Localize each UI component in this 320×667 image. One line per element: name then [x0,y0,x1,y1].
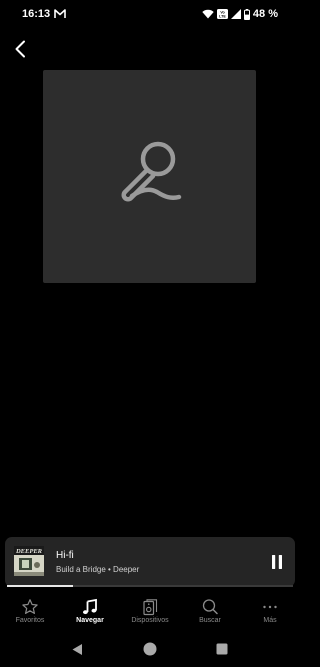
speaker-icon [143,599,158,616]
battery-level: 48 % [252,8,278,20]
back-button[interactable] [8,36,32,62]
status-bar: 16:13 Vo LTE 48 % [0,0,300,30]
nav-dispositivos[interactable]: Dispositivos [120,594,180,628]
mini-player[interactable]: DEEPER Hi-fi Build a Bridge • Deeper [5,537,295,587]
system-recents-button[interactable] [213,640,231,658]
system-back-button[interactable] [68,640,86,658]
circle-home-icon [143,642,157,656]
gmail-icon [54,9,66,18]
album-art-text: DEEPER [15,548,43,555]
status-icons: Vo LTE 48 % [202,8,278,20]
system-nav-bar [0,632,300,667]
nav-label: Más [263,617,277,624]
star-icon [22,599,38,614]
triangle-back-icon [72,643,82,655]
nav-navegar[interactable]: Navegar [60,594,120,628]
nav-label: Navegar [76,617,104,624]
microphone-icon [121,141,181,201]
svg-text:LTE: LTE [219,15,226,19]
track-title: Hi-fi [56,550,74,561]
battery-icon [243,8,250,20]
nav-label: Favoritos [15,617,45,624]
album-art-image: DEEPER [14,546,44,576]
nav-mas[interactable]: Más [240,594,300,628]
album-art[interactable]: DEEPER [14,546,44,576]
square-recents-icon [216,643,228,655]
search-icon [202,599,218,615]
music-note-icon [83,598,97,615]
volte-icon: Vo LTE [216,9,228,19]
wifi-icon [202,9,214,19]
nav-label: Buscar [199,617,221,624]
pause-icon [272,555,282,569]
artwork-placeholder [43,70,256,283]
nav-label: Dispositivos [131,617,169,624]
pause-button[interactable] [265,550,289,574]
nav-buscar[interactable]: Buscar [180,594,240,628]
playback-progress [7,585,293,587]
bottom-nav: Favoritos Navegar Dispositivos Buscar Má… [0,594,300,628]
system-home-button[interactable] [141,640,159,658]
chevron-left-icon [15,40,25,58]
more-icon [263,605,277,609]
track-subtitle: Build a Bridge • Deeper [56,565,140,574]
signal-icon [230,9,241,19]
playback-progress-fill [7,585,73,587]
nav-favoritos[interactable]: Favoritos [0,594,60,628]
status-time: 16:13 [22,8,51,20]
